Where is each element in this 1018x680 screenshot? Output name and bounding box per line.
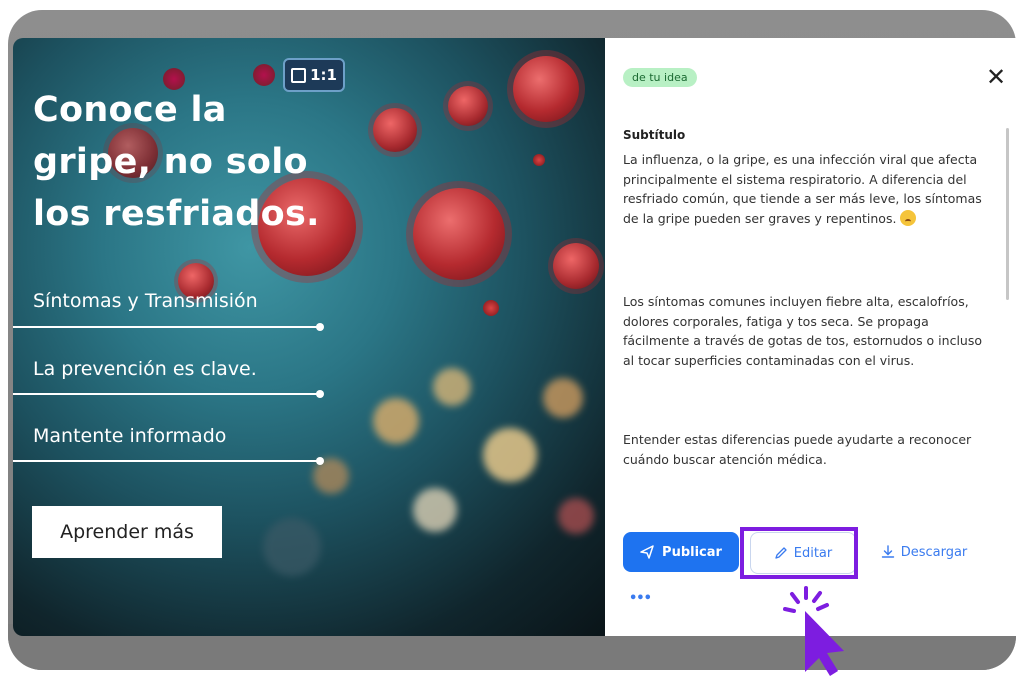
headline-line: gripe, no solo — [33, 142, 308, 182]
menu-item-prevention: La prevención es clave. — [33, 358, 257, 380]
close-icon[interactable]: ✕ — [986, 63, 1006, 91]
bokeh-light — [543, 378, 583, 418]
design-preview-card[interactable]: 1:1 Conoce la gripe, no solo los resfria… — [13, 38, 605, 636]
virus-particle — [373, 108, 417, 152]
menu-divider-dot — [316, 457, 324, 465]
menu-item-symptoms: Síntomas y Transmisión — [33, 290, 258, 312]
publish-label: Publicar — [662, 544, 722, 560]
learn-more-button[interactable]: Aprender más — [32, 506, 222, 558]
headline-line: los resfriados. — [33, 194, 320, 234]
headline-line: Conoce la — [33, 90, 227, 130]
bokeh-light — [483, 428, 537, 482]
download-label: Descargar — [900, 544, 968, 560]
menu-divider-dot — [316, 390, 324, 398]
menu-item-informed: Mantente informado — [33, 425, 227, 447]
virus-particle — [513, 56, 579, 122]
virus-particle — [553, 243, 599, 289]
paragraph-text: La influenza, o la gripe, es una infecci… — [623, 152, 982, 226]
scrollbar[interactable] — [1006, 128, 1009, 300]
square-icon — [291, 67, 307, 83]
source-tag: de tu idea — [623, 68, 697, 87]
download-button[interactable]: Descargar — [869, 532, 979, 572]
worried-face-icon — [900, 209, 917, 226]
description-paragraph-1: La influenza, o la gripe, es una infecci… — [623, 150, 991, 228]
subtitle-label: Subtítulo — [623, 128, 686, 142]
edit-button-highlight — [740, 527, 858, 579]
detail-panel: de tu idea ✕ Subtítulo La influenza, o l… — [605, 38, 1018, 636]
description-paragraph-3: Entender estas diferencias puede ayudart… — [623, 432, 972, 467]
menu-divider — [13, 393, 321, 395]
virus-particle — [448, 86, 488, 126]
description-paragraph-2: Los síntomas comunes incluyen fiebre alt… — [623, 294, 983, 368]
aspect-ratio-label: 1:1 — [310, 66, 337, 84]
virus-particle — [413, 188, 505, 280]
bokeh-light — [413, 488, 457, 532]
download-icon — [881, 545, 894, 558]
menu-divider — [13, 326, 321, 328]
pointer-cursor-icon — [783, 586, 844, 676]
publish-button[interactable]: Publicar — [623, 532, 739, 572]
menu-divider — [13, 460, 321, 462]
bokeh-light — [263, 518, 321, 576]
more-icon[interactable]: ••• — [629, 591, 652, 606]
bokeh-light — [373, 398, 419, 444]
menu-divider-dot — [316, 323, 324, 331]
virus-particle — [533, 154, 545, 166]
virus-particle — [253, 64, 275, 86]
bokeh-light — [558, 498, 594, 534]
headline: Conoce la gripe, no solo los resfriados. — [33, 84, 363, 240]
send-icon — [640, 545, 654, 559]
virus-particle — [483, 300, 499, 316]
bokeh-light — [433, 368, 471, 406]
